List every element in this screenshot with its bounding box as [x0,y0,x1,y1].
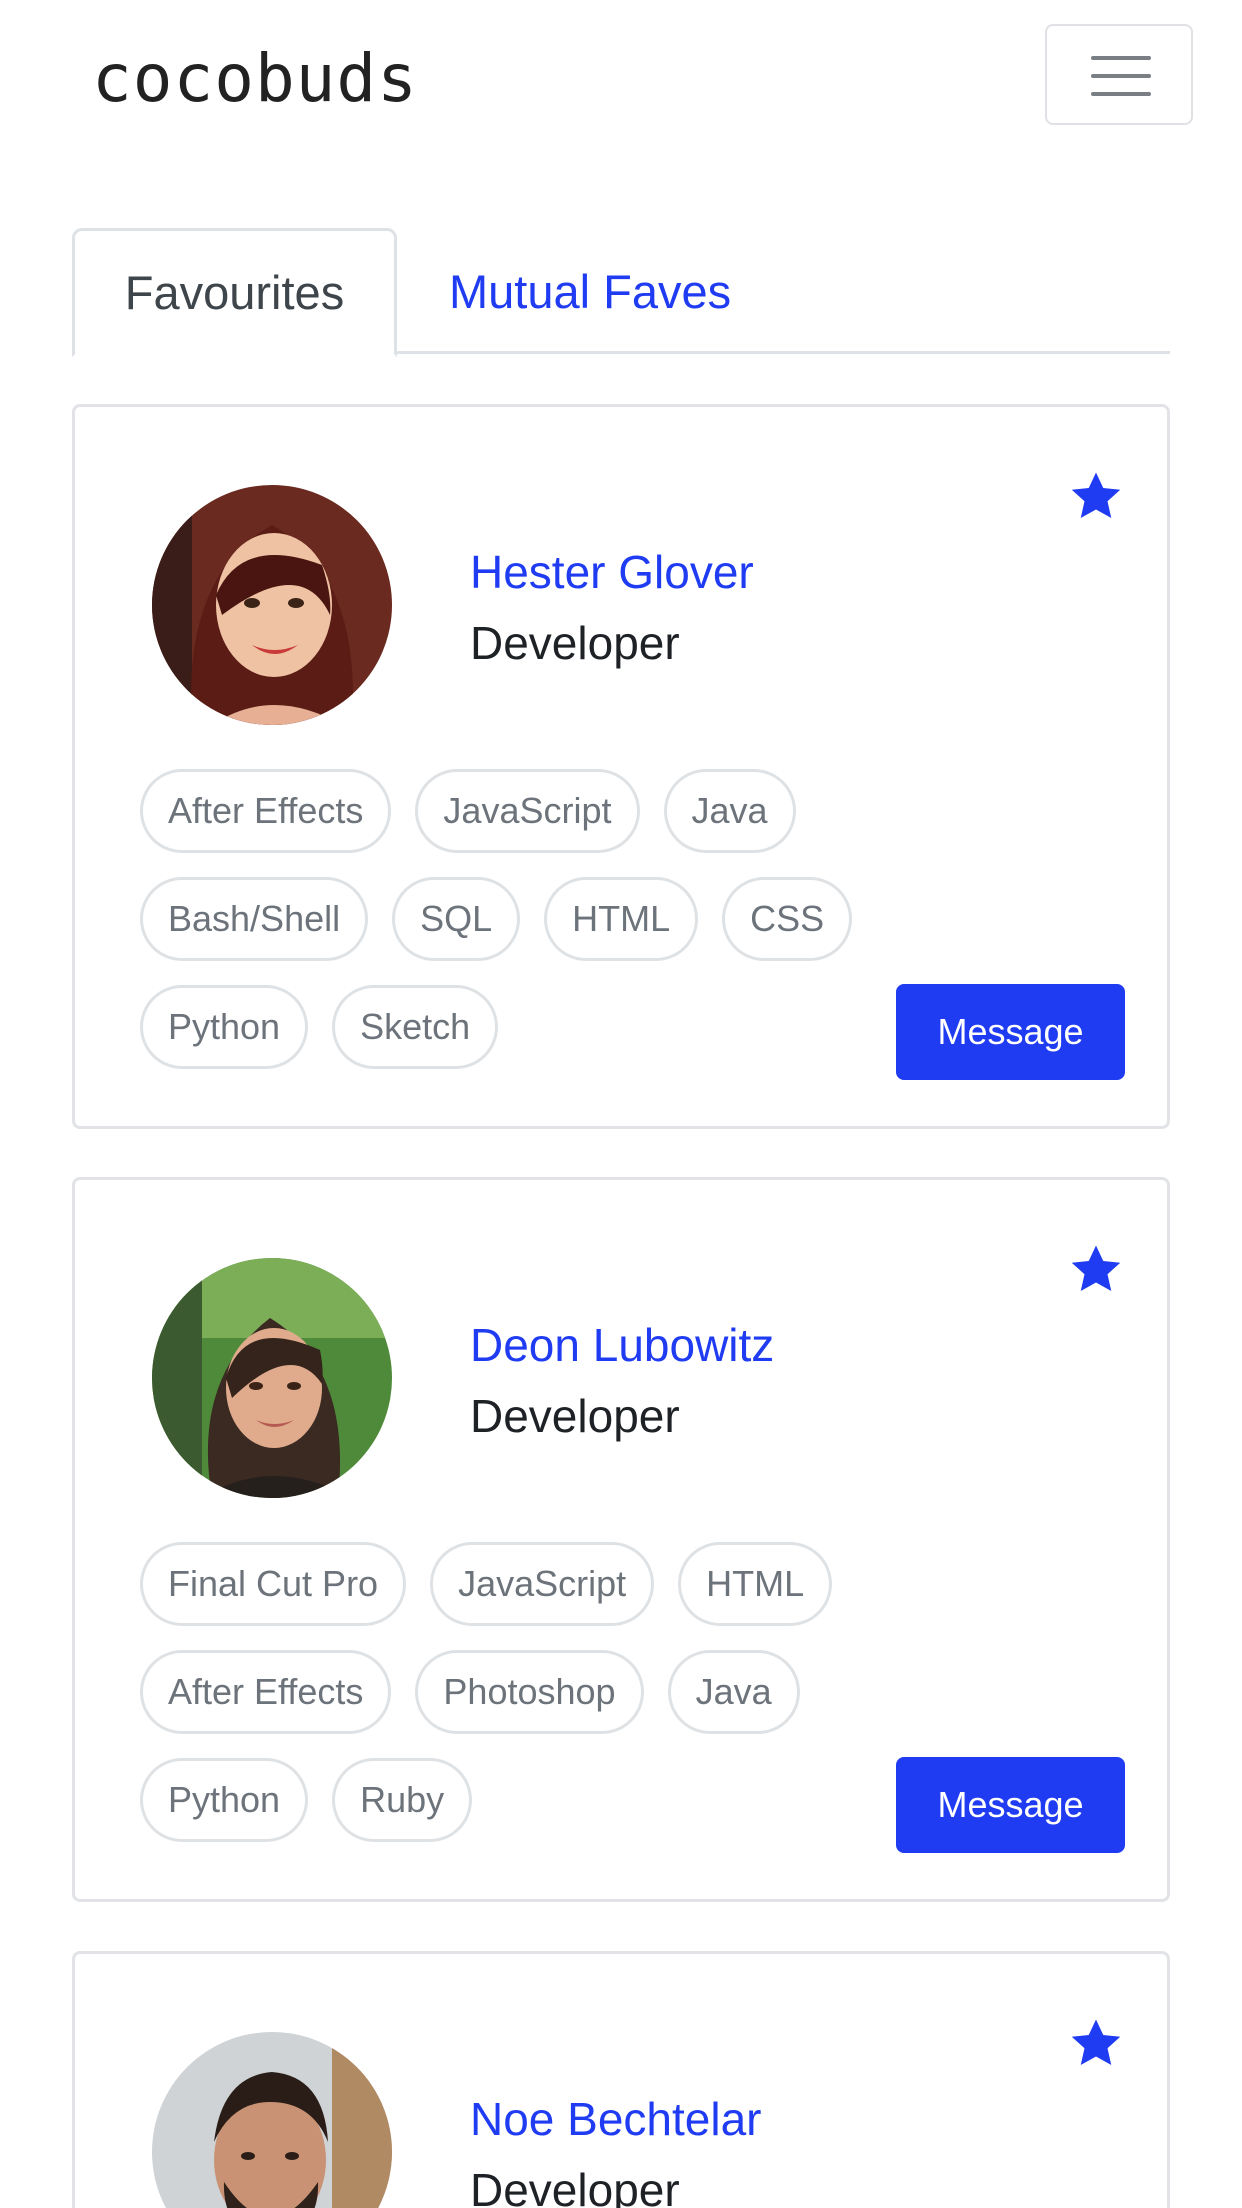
skill-tags-row: Bash/Shell SQL HTML CSS [140,877,853,961]
skill-tag: HTML [544,877,699,961]
profile-role: Developer [470,2164,680,2208]
skill-tag: HTML [678,1542,833,1626]
skill-tag: SQL [392,877,521,961]
profile-role: Developer [470,617,680,669]
navbar: cocobuds [0,0,1242,150]
skill-tag: Python [140,1758,309,1842]
profile-name[interactable]: Noe Bechtelar [470,2092,762,2146]
profile-card: Hester Glover Developer After Effects Ja… [72,404,1170,1129]
profile-name[interactable]: Deon Lubowitz [470,1318,774,1372]
avatar[interactable] [152,2032,392,2208]
avatar-photo [152,1258,392,1498]
skill-tags-row: After Effects Photoshop Java [140,1650,800,1734]
favourite-star-icon[interactable] [1066,1240,1126,1300]
favourite-star-icon[interactable] [1066,467,1126,527]
favourite-star-icon[interactable] [1066,2014,1126,2074]
tab-mutual-faves[interactable]: Mutual Faves [447,228,792,354]
skill-tags-row: Python Sketch [140,985,499,1069]
skill-tag: Bash/Shell [140,877,369,961]
skill-tags-row: Final Cut Pro JavaScript HTML [140,1542,833,1626]
profile-card: Noe Bechtelar Developer [72,1951,1170,2208]
avatar[interactable] [152,1258,392,1498]
skill-tag: JavaScript [430,1542,655,1626]
menu-toggle-button[interactable] [1045,24,1193,125]
skill-tag: Sketch [332,985,499,1069]
brand-logo[interactable]: cocobuds [92,40,418,117]
skill-tags-row: After Effects JavaScript Java [140,769,796,853]
skill-tag: Java [667,1650,800,1734]
profile-name[interactable]: Hester Glover [470,545,754,599]
skill-tag: Final Cut Pro [140,1542,407,1626]
skill-tag: Photoshop [415,1650,644,1734]
skill-tag: CSS [722,877,853,961]
skill-tag: Java [663,769,796,853]
profile-card: Deon Lubowitz Developer Final Cut Pro Ja… [72,1177,1170,1902]
skill-tag: After Effects [140,1650,392,1734]
message-button[interactable]: Message [896,984,1125,1080]
skill-tag: Ruby [332,1758,473,1842]
tab-favourites[interactable]: Favourites [72,228,397,357]
avatar[interactable] [152,485,392,725]
skill-tag: After Effects [140,769,392,853]
skill-tags-row: Python Ruby [140,1758,473,1842]
skill-tag: JavaScript [415,769,640,853]
message-button[interactable]: Message [896,1757,1125,1853]
profile-role: Developer [470,1390,680,1442]
avatar-photo [152,2032,392,2208]
hamburger-icon [1091,56,1151,60]
skill-tag: Python [140,985,309,1069]
tab-bar: Favourites Mutual Faves [72,228,1170,357]
avatar-photo [152,485,392,725]
